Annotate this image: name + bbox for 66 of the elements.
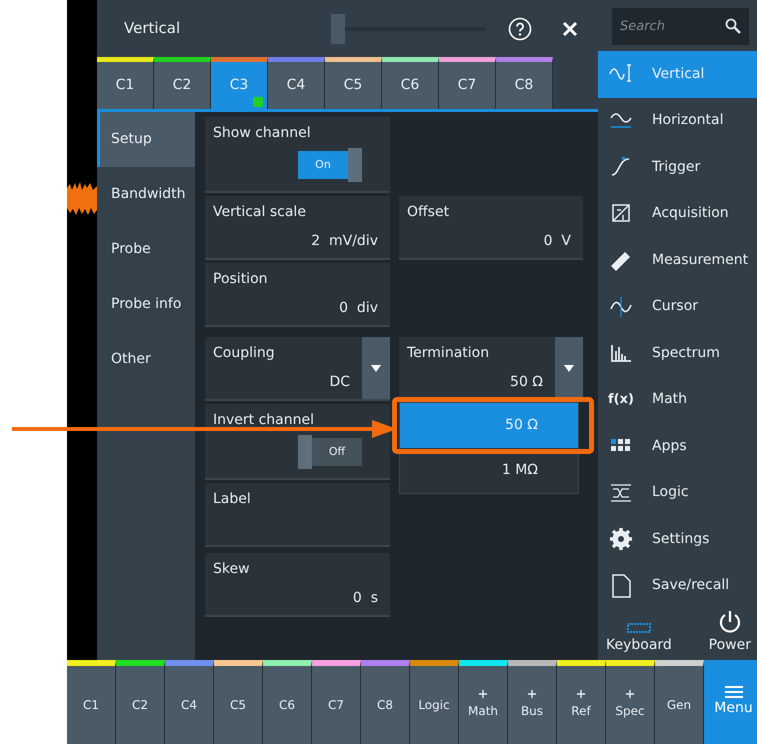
channel-button[interactable]: C7	[312, 660, 361, 744]
menu-icon	[724, 686, 742, 698]
channel-tab[interactable]: C1	[97, 57, 154, 109]
menu-item[interactable]: Acquisition	[598, 190, 757, 237]
input-field[interactable]: Label	[205, 483, 390, 547]
menu-item[interactable]: Cursor	[598, 284, 757, 330]
plus-icon	[577, 690, 585, 698]
dialog-title: Vertical	[124, 18, 180, 40]
menu-item[interactable]: Save/recall	[598, 562, 757, 609]
keyboard-button[interactable]: Keyboard	[606, 621, 672, 656]
menu-item[interactable]: Trigger	[598, 144, 757, 190]
gear-icon	[609, 527, 633, 552]
caret-down-icon	[371, 364, 381, 372]
active-indicator-icon	[253, 97, 263, 107]
channel-button[interactable]: C2	[116, 660, 165, 744]
plus-icon	[479, 690, 487, 698]
function-label: f(x)	[608, 391, 634, 409]
channel-button[interactable]: C6	[263, 660, 312, 744]
input-field[interactable]: Position 0 div	[205, 263, 390, 327]
close-icon[interactable]	[562, 20, 578, 36]
channel-button[interactable]: Gen	[655, 660, 704, 744]
power-button[interactable]: Power	[708, 609, 751, 656]
channel-button[interactable]: C5	[214, 660, 263, 744]
caret-down-icon	[564, 364, 574, 372]
nav-item[interactable]: Probe	[97, 222, 195, 277]
search-field[interactable]: Search	[612, 8, 749, 45]
wave-icon	[609, 294, 633, 319]
input-field[interactable]: Vertical scale 2 mV/div	[205, 196, 390, 260]
channel-button[interactable]: Math	[459, 660, 508, 744]
channel-button[interactable]: Ref	[557, 660, 606, 744]
menu-item[interactable]: Settings	[598, 516, 757, 562]
input-field[interactable]: Offset 0 V	[399, 196, 583, 260]
channel-button[interactable]: C1	[67, 660, 116, 744]
menu-button[interactable]: Menu	[704, 660, 757, 744]
channel-tab[interactable]: C4	[268, 57, 325, 109]
channel-tab[interactable]: C2	[154, 57, 211, 109]
menu-item[interactable]: Horizontal	[598, 98, 757, 144]
dropdown-field[interactable]: Coupling DC	[205, 337, 390, 401]
channel-tab[interactable]: C6	[382, 57, 439, 109]
menu-item[interactable]: Logic	[598, 470, 757, 516]
channel-tab[interactable]: C7	[439, 57, 496, 109]
channel-button[interactable]: Logic	[410, 660, 459, 744]
plus-icon	[626, 690, 634, 698]
nav-item[interactable]: Probe info	[97, 277, 195, 332]
field-label: Invert channel	[213, 411, 315, 430]
search-icon	[725, 18, 741, 34]
nav-item[interactable]: Other	[97, 332, 195, 387]
channel-tab[interactable]: C5	[325, 57, 382, 109]
menu-item[interactable]: f(x) Math	[598, 376, 757, 423]
help-icon[interactable]	[508, 16, 532, 40]
channel-tab[interactable]: C8	[496, 57, 553, 109]
keyboard-icon	[626, 621, 652, 635]
channel-button[interactable]: Spec	[606, 660, 655, 744]
menu-item[interactable]: Measurement	[598, 237, 757, 284]
nav-item[interactable]: Bandwidth	[97, 167, 195, 222]
channel-button[interactable]: Bus	[508, 660, 557, 744]
channel-button[interactable]: C8	[361, 660, 410, 744]
menu-item[interactable]: Spectrum	[598, 330, 757, 376]
channel-button[interactable]: C4	[165, 660, 214, 744]
input-field[interactable]: Skew 0 s	[205, 553, 390, 617]
nav-item[interactable]: Setup	[97, 112, 195, 167]
dropdown-option[interactable]: 1 MΩ	[400, 448, 578, 493]
plus-icon	[528, 690, 536, 698]
field-label: Show channel	[213, 124, 312, 143]
slider-thumb[interactable]	[331, 14, 345, 44]
menu-item[interactable]: Apps	[598, 423, 757, 470]
